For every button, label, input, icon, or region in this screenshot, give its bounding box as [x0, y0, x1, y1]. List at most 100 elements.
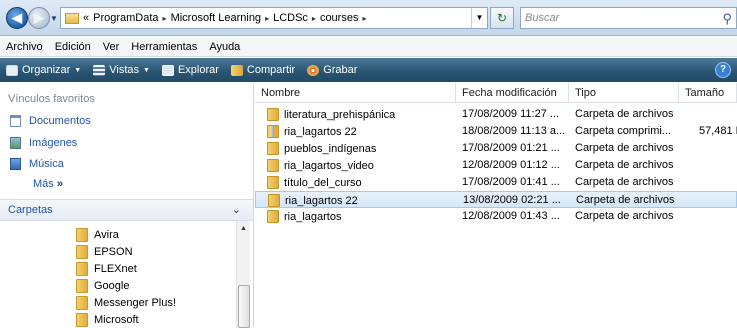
tree-scrollbar[interactable]: ▲: [236, 221, 250, 328]
share-icon: [230, 64, 243, 76]
file-name-cell: ria_lagartos_video: [267, 159, 457, 172]
back-button[interactable]: ◀: [6, 7, 28, 29]
favorite-label: Documentos: [29, 115, 91, 127]
file-name: ria_lagartos: [284, 210, 342, 223]
views-label: Vistas: [109, 64, 139, 76]
file-name-cell: ria_lagartos: [267, 210, 457, 223]
file-type: Carpeta de archivos: [575, 176, 674, 188]
folder-icon: [267, 210, 279, 223]
music-icon: [10, 158, 21, 170]
table-row[interactable]: literatura_prehispánica 17/08/2009 11:27 …: [255, 106, 737, 123]
breadcrumb-courses[interactable]: courses: [320, 12, 359, 24]
column-header-size[interactable]: Tamaño: [679, 83, 737, 103]
document-icon: [10, 115, 21, 127]
folder-icon: [267, 176, 279, 189]
folders-header[interactable]: Carpetas ⌄: [0, 199, 253, 221]
folders-title: Carpetas: [8, 204, 53, 216]
help-icon[interactable]: ?: [715, 62, 731, 78]
favorite-imagenes[interactable]: Imágenes: [10, 137, 77, 149]
table-row[interactable]: ria_lagartos 22 18/08/2009 11:13 a... Carp…: [255, 123, 737, 140]
file-name-cell: título_del_curso: [267, 176, 457, 189]
share-button[interactable]: Compartir: [230, 64, 295, 76]
menu-archivo[interactable]: Archivo: [6, 41, 43, 53]
search-input[interactable]: Buscar ⚲: [520, 7, 737, 29]
breadcrumb-separator-icon[interactable]: ▸: [312, 14, 316, 23]
table-row[interactable]: ria_lagartos_video 12/08/2009 01:12 ... Ca…: [255, 157, 737, 174]
favorite-label: Música: [29, 158, 64, 170]
tree-item-messenger-plus[interactable]: Messenger Plus!: [76, 296, 176, 310]
tree-item-epson[interactable]: EPSON: [76, 245, 133, 259]
chevron-down-icon: ▼: [74, 66, 82, 74]
folder-icon: [76, 228, 88, 242]
address-dropdown-icon[interactable]: ▼: [471, 8, 487, 28]
organize-label: Organizar: [22, 64, 71, 76]
scrollbar-thumb[interactable]: [238, 285, 250, 328]
scroll-up-icon[interactable]: ▲: [240, 225, 247, 232]
burn-label: Grabar: [323, 64, 358, 76]
file-type: Carpeta de archivos: [575, 159, 674, 171]
tree-item-avira[interactable]: Avira: [76, 228, 119, 242]
breadcrumb-separator-icon[interactable]: ▸: [163, 14, 167, 23]
file-date: 13/08/2009 02:21 ...: [463, 194, 561, 206]
file-name-cell: pueblos_indígenas: [267, 142, 457, 155]
command-bar: Organizar ▼ Vistas ▼ Explorar Compartir …: [0, 58, 737, 82]
favorite-documentos[interactable]: Documentos: [10, 115, 91, 127]
file-date: 17/08/2009 11:27 ...: [462, 108, 560, 120]
column-header-name[interactable]: Nombre: [255, 83, 456, 103]
breadcrumb-lcdsc[interactable]: LCDSc: [273, 12, 308, 24]
explore-button[interactable]: Explorar: [161, 64, 219, 76]
organize-button[interactable]: Organizar ▼: [6, 64, 81, 76]
tree-item-microsoft[interactable]: Microsoft: [76, 313, 139, 327]
explore-label: Explorar: [177, 64, 219, 76]
column-header-type[interactable]: Tipo: [569, 83, 679, 103]
pictures-icon: [10, 137, 21, 149]
menu-ver[interactable]: Ver: [103, 41, 120, 53]
table-row[interactable]: título_del_curso 17/08/2009 01:41 ... Carp…: [255, 174, 737, 191]
file-type: Carpeta comprimi...: [575, 125, 671, 137]
folder-icon: [267, 159, 279, 172]
chevron-down-icon[interactable]: ⌄: [232, 203, 241, 216]
file-type: Carpeta de archivos: [575, 210, 674, 222]
breadcrumb-separator-icon[interactable]: ▸: [362, 14, 366, 23]
breadcrumb-separator-icon[interactable]: ▸: [265, 14, 269, 23]
folder-icon: [267, 142, 279, 155]
search-placeholder: Buscar: [525, 12, 560, 24]
favorite-musica[interactable]: Música: [10, 158, 64, 170]
more-label: Más: [33, 178, 54, 190]
tree-item-google[interactable]: Google: [76, 279, 129, 293]
file-name: literatura_prehispánica: [284, 108, 396, 121]
breadcrumb-overflow[interactable]: «: [83, 12, 89, 24]
path-box[interactable]: « ProgramData ▸ Microsoft Learning ▸ LCD…: [60, 7, 488, 29]
favorites-title: Vínculos favoritos: [8, 93, 95, 105]
file-name: pueblos_indígenas: [284, 142, 377, 155]
file-list: Nombre Fecha modificación Tipo Tamaño li…: [255, 83, 737, 328]
recent-pages-dropdown[interactable]: ▼: [50, 14, 58, 23]
search-icon[interactable]: ⚲: [722, 9, 732, 29]
file-date: 18/08/2009 11:13 a...: [462, 125, 566, 137]
column-header-date[interactable]: Fecha modificación: [456, 83, 569, 103]
tree-item-flexnet[interactable]: FLEXnet: [76, 262, 137, 276]
more-link[interactable]: Más »: [33, 178, 63, 190]
forward-button[interactable]: ▶: [28, 7, 50, 29]
table-row[interactable]: ria_lagartos 12/08/2009 01:43 ... Carpeta …: [255, 208, 737, 225]
breadcrumb-programdata[interactable]: ProgramData: [93, 12, 158, 24]
organize-icon: [6, 64, 18, 76]
file-size: 57,481 K: [698, 125, 737, 137]
file-name-cell: ria_lagartos 22: [268, 194, 458, 207]
menu-edicion[interactable]: Edición: [55, 41, 91, 53]
file-name-cell: literatura_prehispánica: [267, 108, 457, 121]
file-type: Carpeta de archivos: [576, 194, 675, 206]
tree-item-label: Microsoft: [94, 314, 139, 326]
folder-icon: [65, 12, 79, 24]
views-button[interactable]: Vistas ▼: [93, 64, 150, 76]
refresh-button[interactable]: ↻: [490, 7, 514, 29]
burn-button[interactable]: Grabar: [307, 64, 357, 76]
file-name: ria_lagartos 22: [284, 125, 357, 138]
table-row[interactable]: ria_lagartos 22 13/08/2009 02:21 ... Carpe…: [255, 191, 737, 208]
file-date: 12/08/2009 01:43 ...: [462, 210, 560, 222]
breadcrumb-microsoft-learning[interactable]: Microsoft Learning: [171, 12, 262, 24]
menu-herramientas[interactable]: Herramientas: [131, 41, 197, 53]
menu-ayuda[interactable]: Ayuda: [209, 41, 240, 53]
table-row[interactable]: pueblos_indígenas 17/08/2009 01:21 ... Car…: [255, 140, 737, 157]
file-type: Carpeta de archivos: [575, 142, 674, 154]
